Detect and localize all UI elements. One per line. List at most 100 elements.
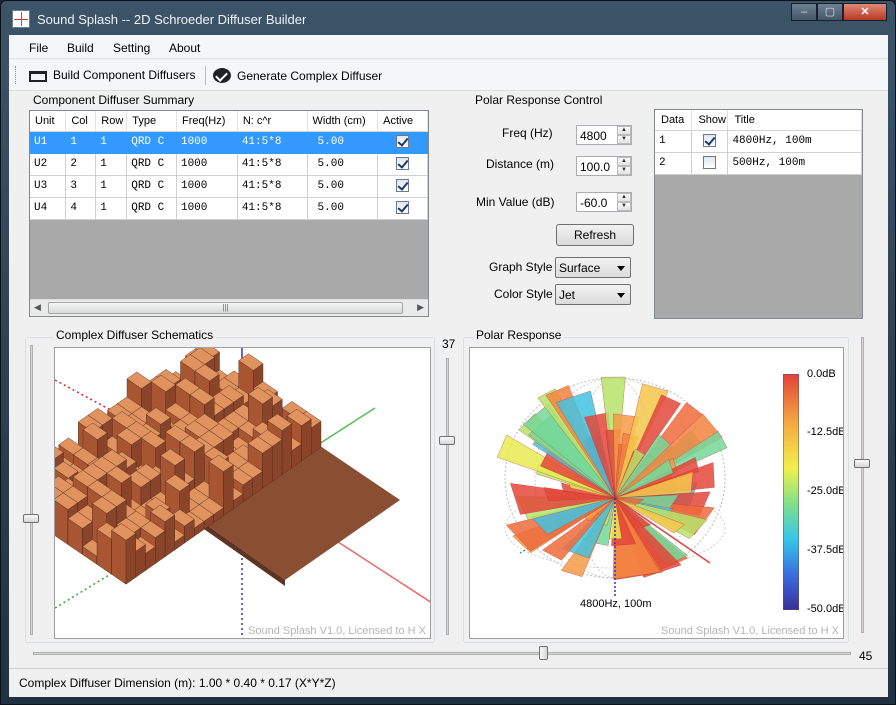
polar-data-grid[interactable]: Data Show Title 1 4800Hz, 100m 2 500Hz, … [654,109,863,319]
cell-nc[interactable]: 41:5*8 [237,131,308,154]
menu-setting[interactable]: Setting [113,41,150,55]
cell-active[interactable] [377,131,428,154]
cell-active[interactable] [377,153,428,176]
cell-width[interactable]: 5.00 [307,153,379,176]
cell-data[interactable]: 1 [655,130,693,153]
cell-data[interactable]: 2 [655,152,693,175]
col-col[interactable]: Col [65,111,97,132]
table-row[interactable]: 1 4800Hz, 100m [655,130,862,153]
freq-up-arrow[interactable]: ▲ [617,126,631,135]
cell-title[interactable]: 500Hz, 100m [727,152,862,175]
polar-response-plot[interactable]: 4800Hz, 100m 0.0dB -12.5dB -25.0dB -37.5… [469,347,844,639]
cell-show[interactable] [691,130,729,153]
cell-width[interactable]: 5.00 [307,175,379,198]
cell-unit[interactable]: U2 [30,153,67,176]
col-title[interactable]: Title [727,110,862,131]
table-row[interactable]: U4 4 1 QRD C 1000 41:5*8 5.00 [30,197,428,220]
active-checkbox[interactable] [396,135,410,149]
cell-active[interactable] [377,197,428,220]
cell-row[interactable]: 1 [95,175,128,198]
min-value-spinner[interactable]: -60.0 ▲ ▼ [576,192,632,212]
cell-row[interactable]: 1 [95,131,128,154]
cell-unit[interactable]: U3 [30,175,67,198]
cell-col[interactable]: 3 [65,175,97,198]
refresh-button[interactable]: Refresh [556,224,634,246]
active-checkbox[interactable] [396,179,410,193]
distance-down-arrow[interactable]: ▼ [617,166,631,175]
cell-active[interactable] [377,175,428,198]
distance-up-arrow[interactable]: ▲ [617,157,631,166]
right-slider-track[interactable] [861,337,864,633]
col-row[interactable]: Row [95,111,128,132]
maximize-button[interactable]: ▢ [817,3,843,21]
right-slider-thumb[interactable] [854,459,870,468]
schematics-left-slider-thumb[interactable] [23,514,39,523]
distance-spinner[interactable]: 100.0 ▲ ▼ [576,156,632,176]
cell-title[interactable]: 4800Hz, 100m [727,130,862,153]
min-up-arrow[interactable]: ▲ [617,193,631,202]
cell-col[interactable]: 4 [65,197,97,220]
scroll-thumb[interactable]: ||| [48,302,403,314]
freq-value[interactable]: 4800 [580,129,607,143]
min-down-arrow[interactable]: ▼ [617,202,631,211]
show-checkbox[interactable] [703,156,717,170]
col-width[interactable]: Width (cm) [307,111,379,132]
cell-width[interactable]: 5.00 [307,131,379,154]
summary-horizontal-scrollbar[interactable]: ◀ ||| ▶ [30,299,428,316]
col-nc[interactable]: N: c^r [237,111,308,132]
cell-show[interactable] [691,152,729,175]
menu-build[interactable]: Build [67,41,94,55]
cell-type[interactable]: QRD C [126,175,177,198]
bottom-slider-track[interactable] [33,652,851,655]
min-value[interactable]: -60.0 [580,196,607,210]
cell-row[interactable]: 1 [95,197,128,220]
cell-type[interactable]: QRD C [126,153,177,176]
close-button[interactable]: ✕ [843,3,887,21]
show-checkbox[interactable] [703,134,717,148]
table-row[interactable]: 2 500Hz, 100m [655,152,862,175]
graph-style-select[interactable]: Surface [555,257,631,278]
table-row[interactable]: U1 1 1 QRD C 1000 41:5*8 5.00 [30,131,428,154]
generate-complex-diffuser-button[interactable]: Generate Complex Diffuser [213,68,382,83]
cell-nc[interactable]: 41:5*8 [237,197,308,220]
table-row[interactable]: U2 2 1 QRD C 1000 41:5*8 5.00 [30,153,428,176]
col-active[interactable]: Active [377,111,428,132]
bottom-slider-thumb[interactable] [539,646,548,660]
active-checkbox[interactable] [396,201,410,215]
col-freq[interactable]: Freq(Hz) [176,111,238,132]
cell-nc[interactable]: 41:5*8 [237,153,308,176]
cell-unit[interactable]: U4 [30,197,67,220]
schematics-left-slider-track[interactable] [30,345,33,635]
scroll-left-arrow[interactable]: ◀ [34,302,41,313]
toolbar-grip[interactable] [15,66,18,84]
cell-type[interactable]: QRD C [126,131,177,154]
menu-file[interactable]: File [29,41,48,55]
color-style-select[interactable]: Jet [555,284,631,305]
active-checkbox[interactable] [396,157,410,171]
table-row[interactable]: U3 3 1 QRD C 1000 41:5*8 5.00 [30,175,428,198]
cell-freq[interactable]: 1000 [176,175,238,198]
col-show[interactable]: Show [691,110,729,131]
col-type[interactable]: Type [126,111,177,132]
cell-freq[interactable]: 1000 [176,131,238,154]
scroll-right-arrow[interactable]: ▶ [417,302,424,313]
cell-col[interactable]: 2 [65,153,97,176]
distance-value[interactable]: 100.0 [580,160,610,174]
title-bar[interactable]: Sound Splash -- 2D Schroeder Diffuser Bu… [1,1,895,35]
col-unit[interactable]: Unit [30,111,67,132]
middle-slider-track[interactable] [446,358,449,635]
cell-width[interactable]: 5.00 [307,197,379,220]
component-summary-grid[interactable]: Unit Col Row Type Freq(Hz) N: c^r Width … [29,110,429,317]
cell-type[interactable]: QRD C [126,197,177,220]
freq-spinner[interactable]: 4800 ▲ ▼ [576,125,632,145]
cell-freq[interactable]: 1000 [176,197,238,220]
cell-unit[interactable]: U1 [30,131,67,154]
build-component-diffusers-button[interactable]: Build Component Diffusers [29,68,196,82]
col-data[interactable]: Data [655,110,693,131]
middle-slider-thumb[interactable] [439,436,455,445]
cell-freq[interactable]: 1000 [176,153,238,176]
cell-row[interactable]: 1 [95,153,128,176]
cell-col[interactable]: 1 [65,131,97,154]
menu-about[interactable]: About [169,41,200,55]
minimize-button[interactable]: ‒ [791,3,817,21]
